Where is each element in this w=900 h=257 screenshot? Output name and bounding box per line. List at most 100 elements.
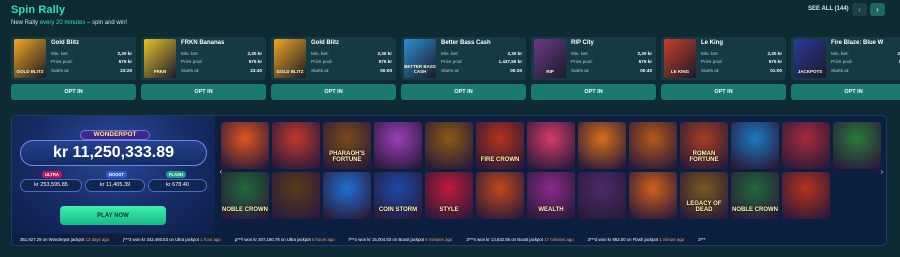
play-now-button[interactable]: PLAY NOW — [60, 206, 166, 225]
rally-card[interactable]: BETTER BASS CASH Better Bass Cash Min. bet… — [401, 37, 526, 101]
game-tile[interactable]: LEGACY OF DEAD — [680, 172, 728, 219]
flash-tag: FLASH — [166, 171, 186, 178]
ticker-text: 3*** — [698, 237, 706, 242]
game-name: Fire Blaze: Blue W — [831, 40, 884, 46]
ticker-text: 3***d won kr 952.00 on Flash jackpot — [587, 237, 659, 242]
rally-card-info: JACKPOTSFire Blaze: Blue WMin. bet:2,30 … — [791, 37, 900, 80]
ticker-item: 3***d won kr 952.00 on Flash jackpot 1 m… — [588, 237, 685, 242]
starts-at-label: Starts at: — [51, 68, 70, 73]
game-tile[interactable] — [578, 122, 626, 169]
rally-card[interactable]: LE KING Le King Min. bet: 2,30 kr Prize pool… — [661, 37, 786, 101]
game-tile[interactable]: NOBLE CROWN — [731, 172, 779, 219]
game-name: Better Bass Cash — [441, 40, 491, 46]
game-tile[interactable] — [323, 172, 371, 219]
game-tile-title: COIN STORM — [378, 207, 418, 213]
ultra-amount: kr 253,595.85 — [20, 179, 82, 192]
next-button[interactable]: › — [870, 3, 885, 16]
prize-pool-label: Prize pool: — [831, 59, 853, 64]
opt-in-button[interactable]: OPT IN — [661, 84, 786, 100]
prize-pool-value: 575 kr — [378, 59, 392, 64]
opt-in-button[interactable]: OPT IN — [401, 84, 526, 100]
game-tile[interactable]: PHARAOH'S FORTUNE — [323, 122, 371, 169]
ticker-time: 6 minutes ago — [425, 237, 453, 242]
ticker-item: 3***s won kr 13,632.55 on Boost jackpot … — [466, 237, 573, 242]
game-name: Gold Blitz — [51, 40, 79, 46]
game-thumbnail[interactable]: GOLD BLITZ — [14, 39, 46, 78]
rally-card[interactable]: JACKPOTSFire Blaze: Blue WMin. bet:2,30 … — [791, 37, 900, 101]
game-tile[interactable] — [629, 122, 677, 169]
subtitle-highlight: every 20 minutes — [39, 20, 86, 26]
game-tile[interactable]: WEALTH — [527, 172, 575, 219]
game-tile[interactable]: FIRE CROWN — [476, 122, 524, 169]
game-tile-title: WEALTH — [538, 207, 564, 213]
game-thumbnail[interactable]: JACKPOTS — [794, 39, 826, 78]
starts-at-label: Starts at: — [441, 68, 460, 73]
rally-card[interactable]: RIP RIP City Min. bet: 2,30 kr Prize pool: 57… — [531, 37, 656, 101]
chevron-right-icon: › — [876, 5, 879, 14]
game-thumbnail[interactable]: BETTER BASS CASH — [404, 39, 436, 78]
opt-in-button[interactable]: OPT IN — [271, 84, 396, 100]
game-tile[interactable]: ROMAN FORTUNE — [680, 122, 728, 169]
game-tile[interactable] — [272, 172, 320, 219]
game-tile-title: PHARAOH'S FORTUNE — [329, 151, 365, 163]
opt-in-button[interactable]: OPT IN — [791, 84, 900, 100]
game-tile-title: NOBLE CROWN — [732, 207, 778, 213]
ticker-item: 3*** — [698, 237, 705, 242]
game-tile-title: FIRE CROWN — [480, 157, 520, 163]
game-thumbnail[interactable]: RIP — [534, 39, 566, 78]
thumbnail-text: BETTER BASS CASH — [404, 64, 436, 74]
game-tile[interactable] — [374, 122, 422, 169]
game-tile[interactable] — [578, 172, 626, 219]
game-tile[interactable] — [425, 122, 473, 169]
game-thumbnail[interactable]: FRKN — [144, 39, 176, 78]
min-bet-label: Min. bet: — [51, 51, 69, 56]
prize-pool-value: 1.437,50 kr — [498, 59, 522, 64]
chevron-right-icon[interactable]: › — [878, 166, 886, 176]
rally-card[interactable]: FRKN FRKN Bananas Min. bet: 2,30 kr Prize po… — [141, 37, 266, 101]
game-tile[interactable] — [731, 122, 779, 169]
min-bet-value: 2,30 kr — [117, 51, 132, 56]
thumbnail-text: RIP — [546, 69, 554, 74]
game-tile[interactable] — [221, 122, 269, 169]
game-tile[interactable] — [833, 122, 881, 169]
ticker-time: 13 days ago — [85, 237, 110, 242]
game-tile[interactable] — [782, 122, 830, 169]
ticker-time: 1 hour ago — [200, 237, 221, 242]
game-tile[interactable] — [527, 122, 575, 169]
game-tile[interactable]: STYLE — [425, 172, 473, 219]
rally-card-info: LE KING Le King Min. bet: 2,30 kr Prize pool… — [661, 37, 786, 80]
opt-in-button[interactable]: OPT IN — [531, 84, 656, 100]
opt-in-button[interactable]: OPT IN — [141, 84, 266, 100]
min-bet-value: 2,30 kr — [507, 51, 522, 56]
prev-button[interactable]: ‹ — [852, 3, 867, 16]
game-tile-title: NOBLE CROWN — [222, 207, 268, 213]
thumbnail-text: LE KING — [670, 69, 690, 74]
game-tile[interactable] — [782, 172, 830, 219]
rally-card-info: FRKN FRKN Bananas Min. bet: 2,30 kr Prize po… — [141, 37, 266, 80]
game-tile[interactable] — [629, 172, 677, 219]
ticker-text: 3***s won kr 13,632.55 on Boost jackpot — [466, 237, 544, 242]
opt-in-button[interactable]: OPT IN — [11, 84, 136, 100]
ticker-text: l***o won kr 15,004.83 on Boost jackpot — [348, 237, 425, 242]
min-bet-label: Min. bet: — [701, 51, 719, 56]
min-bet-value: 2,30 kr — [377, 51, 392, 56]
min-bet-label: Min. bet: — [571, 51, 589, 56]
ticker-text: j***3 won kr 342,460.53 on Ultra jackpot — [123, 237, 200, 242]
game-tile[interactable]: NOBLE CROWN — [221, 172, 269, 219]
game-tile[interactable]: COIN STORM — [374, 172, 422, 219]
game-tile[interactable] — [476, 172, 524, 219]
prize-pool-value: 575 kr — [118, 59, 132, 64]
game-name: Le King — [701, 40, 723, 46]
min-bet-label: Min. bet: — [311, 51, 329, 56]
boost-amount: kr 11,405.39 — [85, 179, 145, 192]
ticker-text: 351,927.29 on Wonderpot jackpot — [20, 237, 85, 242]
game-thumbnail[interactable]: LE KING — [664, 39, 696, 78]
game-thumbnail[interactable]: GOLD BLITZ — [274, 39, 306, 78]
rally-card[interactable]: GOLD BLITZ Gold Blitz Min. bet: 2,30 kr Priz… — [11, 37, 136, 101]
rally-card[interactable]: GOLD BLITZ Gold Blitz Min. bet: 2,30 kr Priz… — [271, 37, 396, 101]
game-tile[interactable] — [272, 122, 320, 169]
boost-tag: BOOST — [106, 171, 127, 178]
see-all-link[interactable]: SEE ALL (144) — [808, 6, 849, 12]
prize-pool-value: 575 kr — [768, 59, 782, 64]
ticker-time: 17 minutes ago — [544, 237, 574, 242]
